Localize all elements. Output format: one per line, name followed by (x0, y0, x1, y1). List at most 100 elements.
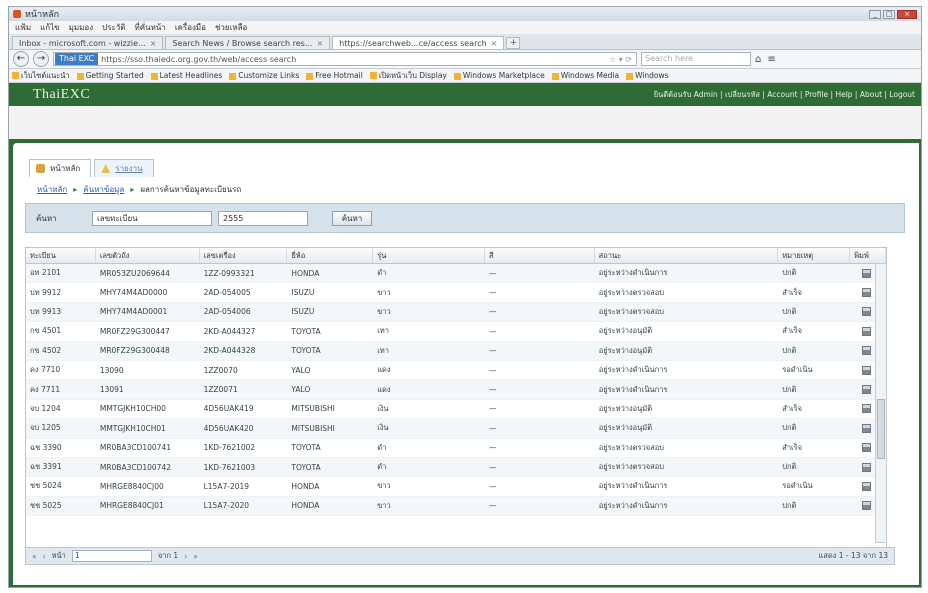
close-tab-icon[interactable]: × (316, 39, 323, 48)
new-tab-button[interactable]: + (506, 37, 521, 49)
menu-item[interactable]: ประวัติ (102, 21, 125, 34)
bookmark-icon (76, 72, 84, 80)
browser-tab[interactable]: Inbox - microsoft.com - wizzie... × (12, 36, 164, 49)
bookmark-item[interactable]: Windows (626, 71, 669, 80)
table-row[interactable]: ฉช 3390 MR0BA3CD100741 1KD-7621002 TOYOTA ดำ… (26, 439, 886, 458)
column-header[interactable]: หมายเหตุ (778, 248, 851, 263)
bookmark-item[interactable]: Latest Headlines (150, 71, 222, 80)
table-row[interactable]: บท 9912 MHY74M4AD0000 2AD-054005 ISUZU ขาว — อ… (26, 283, 886, 303)
page-number-input[interactable]: 1 (71, 550, 152, 562)
column-header[interactable]: เลขเครื่อง (200, 248, 288, 263)
bookmark-item[interactable]: เว็บไซต์แนะนำ (12, 70, 70, 82)
bookmark-item[interactable]: Windows Marketplace (453, 71, 545, 80)
table-cell: กข 4501 (30, 326, 62, 336)
print-icon[interactable] (862, 326, 872, 336)
site-identity-badge[interactable]: Thai EXC (55, 53, 99, 65)
print-icon[interactable] (862, 443, 872, 453)
bookmark-item[interactable]: เปิดหน้าเว็บ Display (369, 70, 447, 82)
bookmark-item[interactable]: Getting Started (76, 71, 144, 80)
menu-item[interactable]: มุมมอง (69, 21, 94, 34)
browser-icon (13, 10, 21, 18)
table-cell: อยู่ระหว่างดำเนินการ (598, 365, 668, 375)
app-logo[interactable]: ThaiEXC (33, 87, 654, 103)
print-icon[interactable] (862, 385, 872, 395)
bookmark-star-icon[interactable]: ☆ ▾ ⟳ (609, 55, 632, 64)
bookmark-item[interactable]: Free Hotmail (306, 71, 363, 80)
print-icon[interactable] (862, 268, 872, 278)
column-header[interactable]: ยี่ห้อ (287, 248, 374, 263)
home-icon[interactable]: ⌂ (755, 54, 761, 65)
bookmark-item[interactable]: Windows Media (551, 71, 619, 80)
column-header[interactable]: สี (485, 248, 595, 263)
table-cell: TOYOTA (291, 326, 321, 336)
bookmark-label: Windows Marketplace (462, 71, 545, 80)
tab-report[interactable]: รายงาน (94, 159, 154, 177)
print-icon[interactable] (862, 423, 872, 433)
menu-icon[interactable]: ≡ (767, 54, 775, 65)
breadcrumb-section[interactable]: ค้นหาข้อมูล (83, 183, 124, 196)
last-page-button[interactable]: » (193, 552, 198, 561)
tab-home[interactable]: หน้าหลัก (29, 159, 92, 177)
print-icon[interactable] (862, 404, 872, 414)
first-page-button[interactable]: « (32, 552, 37, 561)
table-row[interactable]: จบ 1205 MMTGJKH10CH01 4D56UAK420 MITSUBISHI… (26, 419, 886, 439)
header-links[interactable]: ยินดีต้อนรับ Admin | เปลี่ยนรหัส | Accou… (654, 89, 915, 101)
menu-item[interactable]: ช่วยเหลือ (215, 21, 247, 34)
table-cell: อยู่ระหว่างอนุมัติ (598, 326, 653, 336)
table-row[interactable]: อท 2101 MR053ZU2069644 1ZZ-0993321 HONDA ดำ —… (26, 264, 886, 284)
table-cell: — (488, 307, 497, 317)
print-icon[interactable] (862, 346, 872, 356)
browser-tab-label: https://searchweb...ce/access search (339, 38, 487, 48)
bookmark-icon (306, 72, 314, 80)
table-row[interactable]: บท 9913 MHY74M4AD0001 2AD-054006 ISUZU ขาว — อ… (26, 302, 886, 323)
table-row[interactable]: กข 4501 MR0FZ29G300447 2KD-A044327 TOYOTA เท… (26, 322, 886, 342)
table-row[interactable]: ฉช 3391 MR0BA3CD100742 1KD-7621003 TOYOTA ดำ… (26, 457, 886, 478)
table-row[interactable]: คง 7711 13091 1ZZ0071 YALO แดง — อยู่ระหว่างดำ… (26, 380, 886, 400)
table-row[interactable]: กข 4502 MR0FZ29G300448 2KD-A044328 TOYOTA เท… (26, 341, 886, 361)
back-button[interactable]: ← (13, 51, 29, 67)
url-text[interactable]: https://sso.thaiedc.org.gov.th/web/acces… (101, 55, 609, 64)
table-row[interactable]: คง 7710 13090 1ZZ0070 YALO แดง — อยู่ระหว่างดำ… (26, 361, 886, 381)
close-window-button[interactable]: × (897, 9, 917, 19)
grid-scroll-thumb[interactable] (877, 399, 885, 459)
table-row[interactable]: จบ 1204 MMTGJKH10CH00 4D56UAK419 MITSUBISHI… (26, 400, 886, 420)
print-icon[interactable] (862, 307, 872, 317)
menu-item[interactable]: แฟ้ม (15, 21, 31, 34)
browser-tab[interactable]: https://searchweb...ce/access search × (332, 36, 505, 49)
column-header[interactable]: ทะเบียน (26, 248, 96, 263)
print-icon[interactable] (862, 462, 872, 472)
print-icon[interactable] (862, 365, 872, 375)
browser-search-input[interactable]: Search here (641, 52, 751, 66)
print-icon[interactable] (862, 501, 872, 511)
grid-scrollbar[interactable] (875, 263, 887, 543)
column-header[interactable]: พิมพ์ (850, 248, 886, 263)
breadcrumb-home[interactable]: หน้าหลัก (37, 183, 67, 196)
maximize-button[interactable]: □ (883, 9, 895, 19)
print-icon[interactable] (862, 288, 872, 298)
table-cell: MMTGJKH10CH00 (99, 404, 166, 414)
search-field-type[interactable]: เลขทะเบียน (92, 210, 212, 226)
print-icon[interactable] (862, 481, 872, 491)
table-cell: 2AD-054006 (203, 307, 251, 317)
table-row[interactable]: ชช 5024 MHRGE8840CJ00 L15A7-2019 HONDA ขาว — อ… (26, 477, 886, 497)
menu-item[interactable]: เครื่องมือ (175, 21, 206, 34)
address-bar[interactable]: Thai EXC https://sso.thaiedc.org.gov.th/… (53, 52, 637, 66)
search-field-value[interactable]: 2555 (218, 210, 308, 226)
bookmark-item[interactable]: Customize Links (229, 71, 299, 80)
minimize-button[interactable]: _ (869, 9, 881, 19)
close-tab-icon[interactable]: × (150, 39, 157, 48)
column-header[interactable]: สถานะ (595, 248, 779, 263)
menu-item[interactable]: ที่คั่นหน้า (134, 21, 165, 34)
column-header[interactable]: รุ่น (373, 248, 485, 263)
next-page-button[interactable]: › (184, 552, 187, 561)
search-button[interactable]: ค้นหา (332, 210, 372, 226)
close-tab-icon[interactable]: × (491, 39, 498, 48)
table-row[interactable]: ชช 5025 MHRGE8840CJ01 L15A7-2020 HONDA ขาว — อ… (26, 496, 886, 517)
prev-page-button[interactable]: ‹ (43, 552, 46, 561)
table-cell: ปกติ (782, 384, 797, 394)
menu-item[interactable]: แก้ไข (40, 21, 60, 34)
column-header[interactable]: เลขตัวถัง (96, 248, 200, 263)
table-cell: อยู่ระหว่างดำเนินการ (598, 500, 668, 510)
forward-button[interactable]: → (33, 51, 49, 67)
browser-tab[interactable]: Search News / Browse search res... × (165, 36, 331, 49)
